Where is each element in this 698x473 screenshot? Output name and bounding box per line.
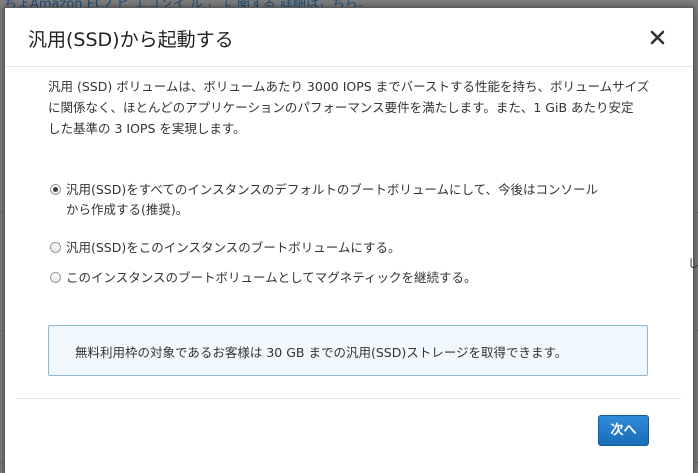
option-label-line: 汎用(SSD)をすべてのインスタンスのデフォルトのブートボリュームにして、今後は…	[66, 182, 598, 197]
dialog-description: 汎用 (SSD) ボリュームは、ボリュームあたり 3000 IOPS までバース…	[48, 76, 678, 139]
footer-divider	[16, 398, 681, 399]
option-label-line: から作成する(推奨)。	[66, 202, 189, 217]
option-ssd-this-instance[interactable]: 汎用(SSD)をこのインスタンスのブートボリュームにする。	[50, 238, 401, 258]
background-right-edge-text: し	[688, 257, 698, 270]
description-line: 汎用 (SSD) ボリュームは、ボリュームあたり 3000 IOPS までバース…	[48, 79, 650, 94]
description-line: した基準の 3 IOPS を実現します。	[48, 121, 246, 136]
close-button[interactable]	[646, 26, 670, 50]
option-label-line: このインスタンスのブートボリュームとしてマグネティックを継続する。	[66, 270, 477, 285]
radio-button-selected[interactable]	[50, 184, 61, 195]
option-label: 汎用(SSD)をこのインスタンスのブートボリュームにする。	[66, 238, 401, 258]
launch-ssd-dialog: 汎用(SSD)から起動する 汎用 (SSD) ボリュームは、ボリュームあたり 3…	[4, 7, 694, 473]
option-label: 汎用(SSD)をすべてのインスタンスのデフォルトのブートボリュームにして、今後は…	[66, 180, 598, 220]
radio-button[interactable]	[50, 272, 61, 283]
option-keep-magnetic[interactable]: このインスタンスのブートボリュームとしてマグネティックを継続する。	[50, 268, 477, 288]
radio-button[interactable]	[50, 242, 61, 253]
free-tier-info-box: 無料利用枠の対象であるお客様は 30 GB までの汎用(SSD)ストレージを取得…	[48, 325, 648, 376]
free-tier-info-text: 無料利用枠の対象であるお客様は 30 GB までの汎用(SSD)ストレージを取得…	[75, 345, 568, 360]
dialog-header: 汎用(SSD)から起動する	[5, 8, 693, 67]
option-default-ssd-all[interactable]: 汎用(SSD)をすべてのインスタンスのデフォルトのブートボリュームにして、今後は…	[50, 180, 598, 220]
dialog-title: 汎用(SSD)から起動する	[28, 29, 234, 51]
close-icon	[650, 30, 665, 45]
option-label-line: 汎用(SSD)をこのインスタンスのブートボリュームにする。	[66, 240, 401, 255]
next-button[interactable]: 次へ	[598, 415, 649, 446]
description-line: に関係なく、ほとんどのアプリケーションのパフォーマンス要件を満たします。また、1…	[48, 100, 634, 115]
option-label: このインスタンスのブートボリュームとしてマグネティックを継続する。	[66, 268, 477, 288]
